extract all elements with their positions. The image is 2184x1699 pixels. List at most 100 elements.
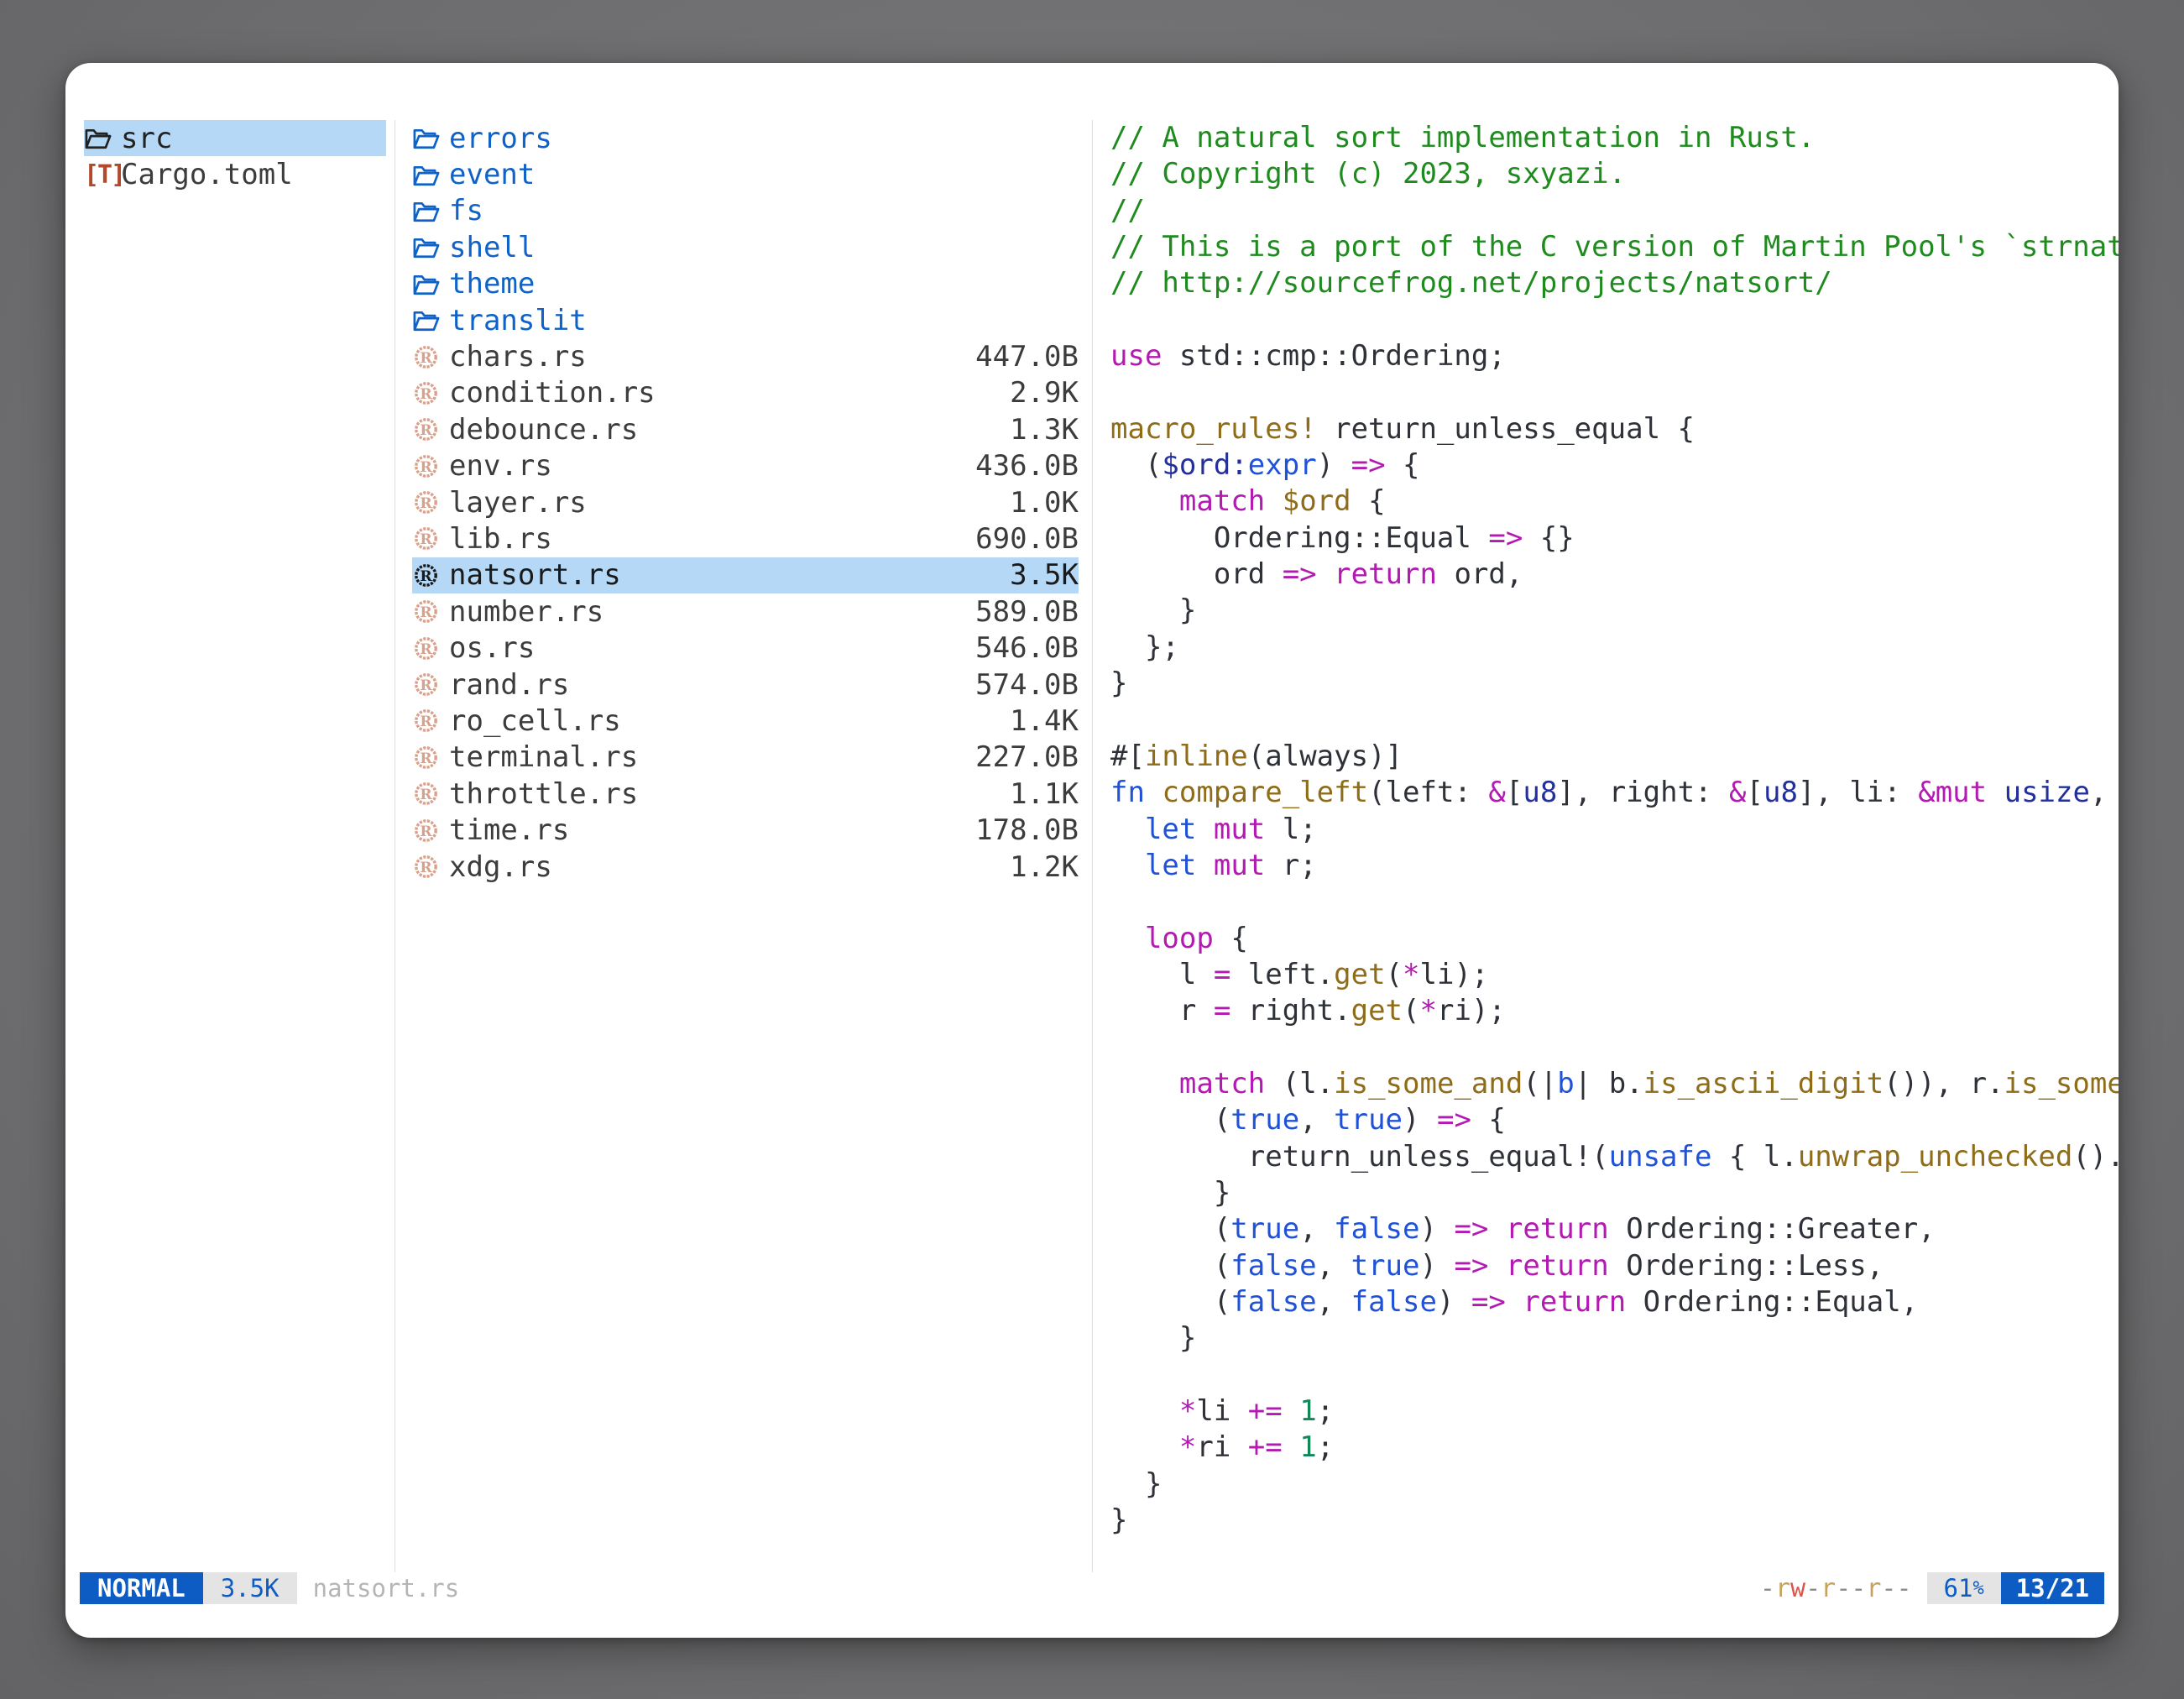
dir-row-fs[interactable]: fs: [412, 193, 1079, 229]
folder-icon: [412, 198, 449, 224]
code-line: fn compare_left(left: &[u8], right: &[u8…: [1110, 775, 2119, 811]
file-row-number.rs[interactable]: Rnumber.rs589.0B: [412, 593, 1079, 630]
file-size-badge: 3.5K: [203, 1572, 297, 1604]
rust-file-icon: R: [412, 671, 449, 698]
status-filename: natsort.rs: [313, 1572, 460, 1604]
code-line: }: [1110, 1320, 2119, 1357]
dir-row-translit[interactable]: translit: [412, 302, 1079, 338]
code-line: macro_rules! return_unless_equal {: [1110, 411, 2119, 447]
code-line: r = right.get(*ri);: [1110, 993, 2119, 1029]
cursor-position-badge: 13/21: [2001, 1572, 2104, 1604]
permission-char: r: [1821, 1574, 1836, 1603]
code-line: };: [1110, 630, 2119, 666]
rust-file-icon: R: [412, 707, 449, 734]
entry-size: 1.0K: [1010, 486, 1079, 520]
dir-row-theme[interactable]: theme: [412, 266, 1079, 302]
dir-row-event[interactable]: event: [412, 156, 1079, 192]
entry-size: 690.0B: [975, 522, 1079, 556]
file-row-env.rs[interactable]: Renv.rs436.0B: [412, 448, 1079, 484]
file-row-natsort.rs[interactable]: Rnatsort.rs3.5K: [412, 557, 1079, 593]
file-row-chars.rs[interactable]: Rchars.rs447.0B: [412, 338, 1079, 374]
code-line: match $ord {: [1110, 484, 2119, 520]
entry-name: src: [121, 122, 386, 155]
permission-char: -: [1836, 1574, 1851, 1603]
entry-name: event: [449, 158, 1079, 191]
entry-size: 447.0B: [975, 340, 1079, 374]
file-row-layer.rs[interactable]: Rlayer.rs 1.0K: [412, 484, 1079, 520]
dir-row-src[interactable]: src: [84, 120, 386, 156]
code-line: [1110, 884, 2119, 920]
entry-size: 1.3K: [1010, 413, 1079, 447]
file-row-rand.rs[interactable]: Rrand.rs574.0B: [412, 667, 1079, 703]
entry-name: natsort.rs: [449, 558, 1000, 592]
folder-icon: [412, 307, 449, 333]
entry-name: ro_cell.rs: [449, 704, 1000, 738]
rust-file-icon: R: [412, 379, 449, 407]
entry-name: Cargo.toml: [121, 158, 386, 191]
rust-file-icon: R: [412, 343, 449, 371]
code-line: [1110, 1030, 2119, 1066]
dir-row-errors[interactable]: errors: [412, 120, 1079, 156]
yazi-file-manager-window: src[T]Cargo.toml errorseventfsshelltheme…: [65, 63, 2119, 1638]
svg-text:R: R: [420, 531, 432, 548]
code-line: #[inline(always)]: [1110, 739, 2119, 775]
svg-text:R: R: [420, 349, 432, 366]
entry-name: translit: [449, 304, 1079, 337]
preview-pane[interactable]: // A natural sort implementation in Rust…: [1093, 120, 2119, 1572]
entry-name: theme: [449, 267, 1079, 301]
percent-value: 61: [1944, 1574, 1973, 1602]
permission-char: -: [1881, 1574, 1896, 1603]
svg-text:R: R: [420, 495, 432, 512]
code-line: loop {: [1110, 921, 2119, 957]
rust-file-icon: R: [412, 562, 449, 589]
entry-size: 1.2K: [1010, 850, 1079, 884]
entry-name: os.rs: [449, 631, 965, 665]
entry-size: 227.0B: [975, 740, 1079, 774]
entry-name: lib.rs: [449, 522, 965, 556]
file-row-debounce.rs[interactable]: Rdebounce.rs1.3K: [412, 411, 1079, 447]
svg-text:R: R: [420, 860, 432, 876]
entry-size: 546.0B: [975, 631, 1079, 665]
mode-badge: NORMAL: [80, 1572, 203, 1604]
current-pane[interactable]: errorseventfsshellthemetranslitRchars.rs…: [394, 120, 1093, 1572]
entry-size: 1.4K: [1010, 704, 1079, 738]
status-right-group: -rw-r--r-- 61% 13/21: [1760, 1572, 2104, 1604]
entry-name: time.rs: [449, 813, 965, 847]
permission-char: r: [1866, 1574, 1881, 1603]
rust-file-icon: R: [412, 452, 449, 480]
code-line: // A natural sort implementation in Rust…: [1110, 120, 2119, 156]
file-row-throttle.rs[interactable]: Rthrottle.rs1.1K: [412, 776, 1079, 812]
entry-name: number.rs: [449, 595, 965, 629]
folder-icon: [412, 271, 449, 297]
entry-name: layer.rs: [449, 486, 1000, 520]
entry-name: errors: [449, 122, 1079, 155]
file-row-Cargo.toml[interactable]: [T]Cargo.toml: [84, 156, 386, 192]
rust-file-icon: R: [412, 817, 449, 844]
svg-text:R: R: [420, 386, 432, 403]
file-row-ro_cell.rs[interactable]: Rro_cell.rs 1.4K: [412, 703, 1079, 739]
entry-size: 178.0B: [975, 813, 1079, 847]
code-line: *li += 1;: [1110, 1393, 2119, 1430]
entry-size: 2.9K: [1010, 376, 1079, 410]
file-row-time.rs[interactable]: Rtime.rs 178.0B: [412, 812, 1079, 848]
folder-icon: [84, 125, 121, 151]
dir-row-shell[interactable]: shell: [412, 229, 1079, 265]
scroll-percent-badge: 61%: [1927, 1572, 2001, 1604]
status-bar: NORMAL 3.5K natsort.rs -rw-r--r-- 61% 13…: [65, 1572, 2119, 1604]
folder-icon: [412, 125, 449, 151]
code-line: (false, false) => return Ordering::Equal…: [1110, 1284, 2119, 1320]
file-row-xdg.rs[interactable]: Rxdg.rs1.2K: [412, 849, 1079, 885]
file-row-os.rs[interactable]: Ros.rs546.0B: [412, 630, 1079, 666]
permissions: -rw-r--r--: [1760, 1572, 1912, 1604]
file-row-terminal.rs[interactable]: Rterminal.rs227.0B: [412, 740, 1079, 776]
entry-name: debounce.rs: [449, 413, 1000, 447]
entry-name: terminal.rs: [449, 740, 965, 774]
permission-char: -: [1805, 1574, 1821, 1603]
file-row-condition.rs[interactable]: Rcondition.rs2.9K: [412, 375, 1079, 411]
svg-text:R: R: [420, 714, 432, 730]
parent-pane[interactable]: src[T]Cargo.toml: [65, 120, 394, 1572]
permission-char: w: [1790, 1574, 1805, 1603]
code-line: match (l.is_some_and(|b| b.is_ascii_digi…: [1110, 1066, 2119, 1102]
file-row-lib.rs[interactable]: Rlib.rs 690.0B: [412, 520, 1079, 557]
entry-name: fs: [449, 194, 1079, 227]
